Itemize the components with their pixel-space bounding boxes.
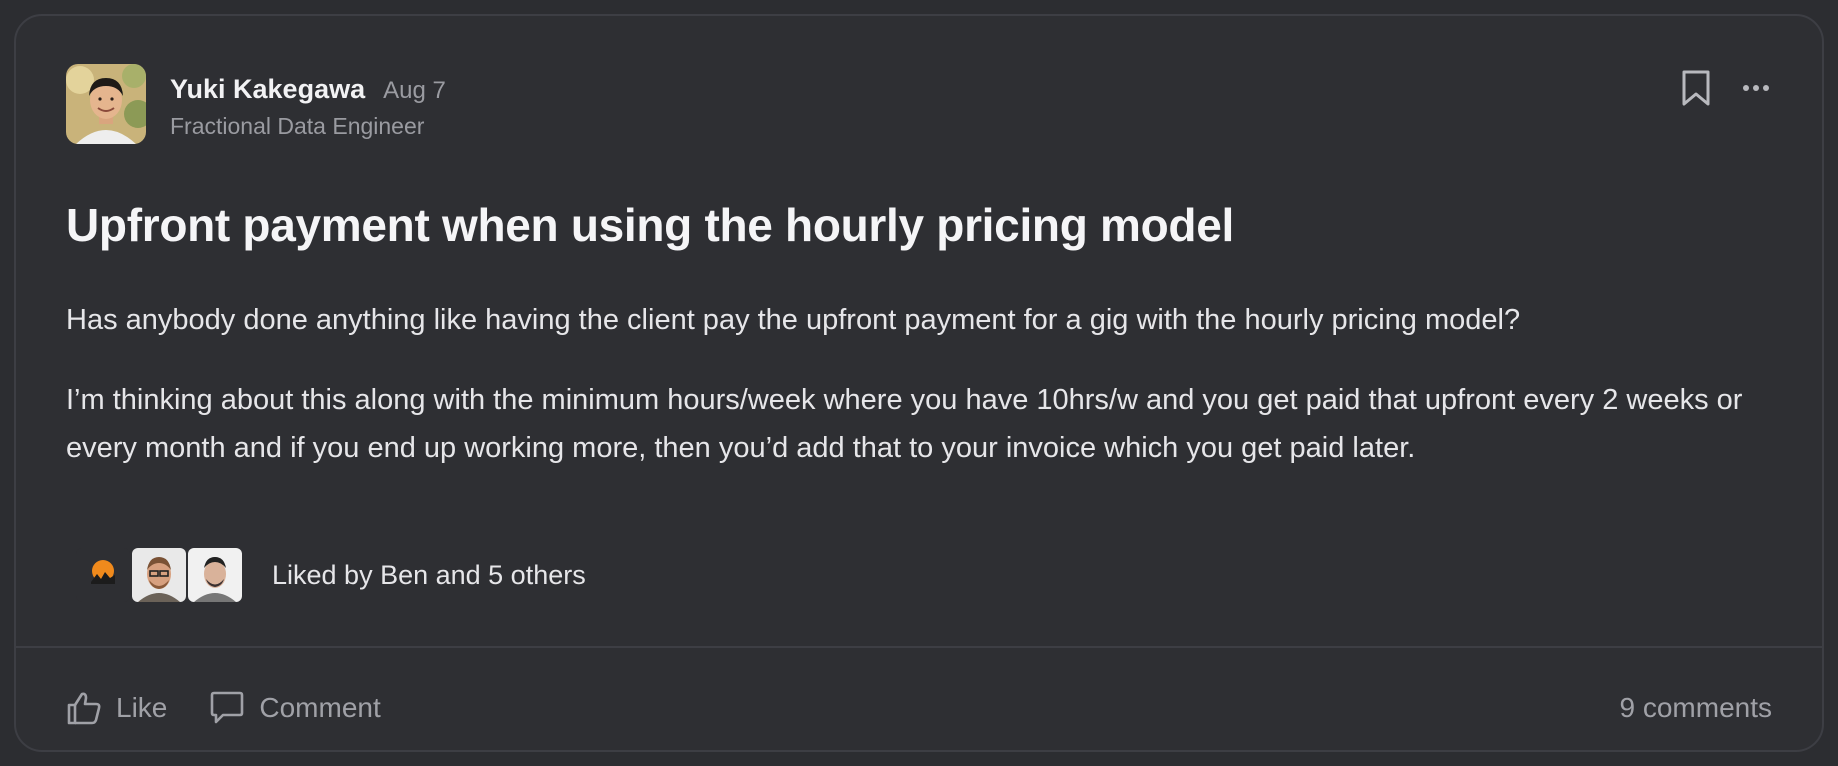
likes-summary[interactable]: Liked by Ben and 5 others <box>76 548 586 602</box>
author-meta: Yuki Kakegawa Aug 7 Fractional Data Engi… <box>170 74 446 140</box>
comment-button[interactable]: Comment <box>209 691 381 725</box>
author-avatar[interactable] <box>66 64 146 144</box>
comments-count[interactable]: 9 comments <box>1620 692 1773 724</box>
more-horizontal-icon <box>1743 85 1769 91</box>
liker-avatar <box>188 548 242 602</box>
divider <box>16 646 1822 648</box>
bookmark-button[interactable] <box>1674 66 1718 110</box>
like-button[interactable]: Like <box>66 691 167 725</box>
post-top-actions <box>1674 66 1778 110</box>
post-header: Yuki Kakegawa Aug 7 Fractional Data Engi… <box>66 64 446 144</box>
post-card: Yuki Kakegawa Aug 7 Fractional Data Engi… <box>14 14 1824 752</box>
liked-by-text[interactable]: Liked by Ben and 5 others <box>272 560 586 591</box>
comment-icon <box>211 691 244 724</box>
author-name-row: Yuki Kakegawa Aug 7 <box>170 74 446 105</box>
post-paragraph: I’m thinking about this along with the m… <box>66 384 1743 464</box>
post-title[interactable]: Upfront payment when using the hourly pr… <box>66 198 1234 252</box>
liker-avatar <box>132 548 186 602</box>
like-label: Like <box>116 692 168 723</box>
more-options-button[interactable] <box>1734 66 1778 110</box>
post-body: Has anybody done anything like having th… <box>66 296 1786 472</box>
post-date[interactable]: Aug 7 <box>383 77 446 105</box>
author-title: Fractional Data Engineer <box>170 113 425 139</box>
liker-avatar <box>76 548 130 602</box>
comment-label: Comment <box>259 692 381 723</box>
bookmark-icon <box>1682 70 1710 106</box>
post-paragraph: Has anybody done anything like having th… <box>66 304 1521 336</box>
thumbs-up-icon <box>67 692 101 725</box>
post-footer: Like Comment 9 comments <box>66 676 1772 740</box>
author-name[interactable]: Yuki Kakegawa <box>170 74 365 105</box>
